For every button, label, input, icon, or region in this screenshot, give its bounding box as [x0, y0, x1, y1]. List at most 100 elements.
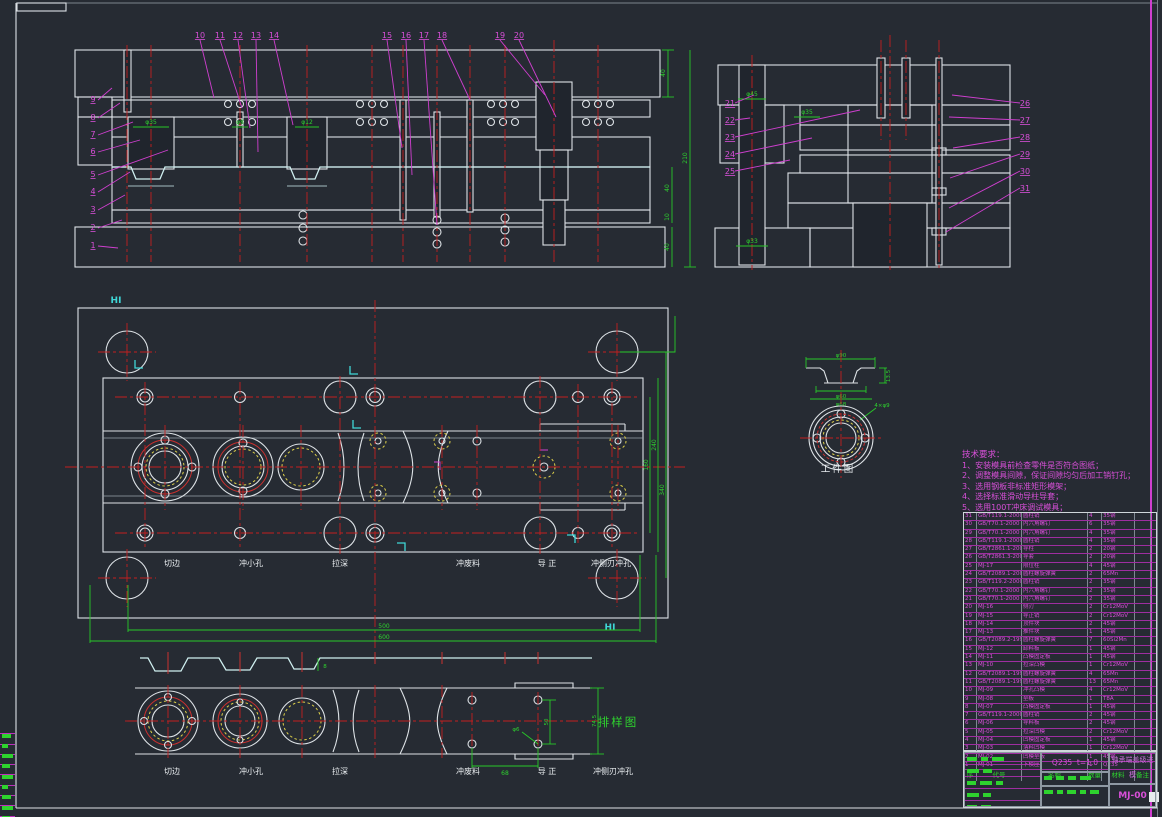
bom-table: 31 GB/T119.1-2000 圆柱销 4 35钢 30 GB/T70.1-…: [963, 512, 1157, 782]
bom-cell-name: 侧刃: [1022, 604, 1088, 612]
bom-cell-material: Cr12MoV: [1102, 662, 1135, 670]
dim-label: 40: [664, 184, 671, 192]
bom-cell-code: GB/T119.1-2000: [978, 712, 1022, 720]
bom-cell-material: 45钢: [1102, 737, 1135, 745]
station-label: 冲小孔: [239, 766, 263, 776]
bom-cell-material: 45钢: [1102, 645, 1135, 654]
bom-cell-note: [1135, 612, 1151, 620]
bom-row: 30 GB/T70.1-2000 内六角螺钉 6 35钢: [964, 521, 1156, 530]
bom-cell-code: MJ-13: [977, 629, 1022, 637]
bom-cell-note: [1135, 554, 1151, 562]
bom-cell-note: [1135, 521, 1151, 529]
bom-cell-name: 凸模固定板: [1022, 703, 1088, 712]
bom-cell-qty: 13: [1088, 678, 1102, 687]
part-number: 3: [90, 205, 95, 214]
bom-cell-code: GB/T2089.1-1994: [978, 678, 1022, 687]
bom-cell-code: GB/T2089.1-2009: [978, 571, 1022, 579]
bom-cell-name: 圆柱螺旋弹簧: [1022, 571, 1088, 579]
part-number: 27: [1020, 116, 1030, 125]
bom-row: 4 MJ-04 凹模固定板 1 45钢: [964, 737, 1156, 746]
bom-row: 24 GB/T2089.1-2009 圆柱螺旋弹簧 2 65Mn: [964, 571, 1156, 580]
bom-cell-name: 导柱: [1022, 546, 1088, 554]
bom-row: 7 GB/T119.1-2000 圆柱销 2 45钢: [964, 712, 1156, 721]
dim-label: 40: [664, 243, 671, 251]
part-number: 1: [90, 241, 95, 250]
bom-row: 15 MJ-12 卸料板 1 45钢: [964, 645, 1156, 655]
bom-cell-no: 17: [964, 629, 977, 637]
part-number: 29: [1020, 150, 1030, 159]
station-label: 冲小孔: [239, 558, 263, 568]
part-number: 13: [251, 31, 261, 40]
bom-cell-code: MJ-15: [977, 612, 1022, 620]
bom-cell-note: [1135, 703, 1151, 712]
bom-row: 28 GB/T119.1-2000 圆柱销 4 35钢: [964, 537, 1156, 547]
bom-cell-no: 22: [964, 587, 977, 595]
dim-label: 500: [378, 623, 390, 630]
bom-cell-qty: 1: [1088, 703, 1102, 712]
bom-row: 18 MJ-14 顶件块 2 45钢: [964, 620, 1156, 630]
part-number: 30: [1020, 167, 1030, 176]
bom-cell-name: 拉深凸模: [1022, 662, 1088, 670]
section-mark-label: HI: [111, 296, 122, 306]
title-block: Q235 t=1.0 轴承端盖级进模 MJ-00: [963, 751, 1157, 808]
bom-cell-material: 45钢: [1102, 712, 1135, 720]
part-number: 22: [725, 116, 735, 125]
bom-cell-note: [1135, 546, 1151, 554]
bom-cell-note: [1135, 687, 1151, 695]
bom-cell-material: 20钢: [1102, 554, 1135, 562]
bom-cell-no: 21: [964, 595, 977, 604]
bom-cell-material: Cr12MoV: [1102, 612, 1135, 620]
workpiece-dims: φ90 13.5 φ60 φ68 4×φ9: [805, 353, 892, 421]
bom-cell-no: 27: [964, 546, 977, 554]
bom-cell-qty: 2: [1088, 587, 1102, 595]
dim-label: 68: [501, 770, 509, 777]
bom-cell-qty: 4: [1088, 513, 1102, 521]
drawing-title: 轴承端盖级进模: [1111, 756, 1154, 779]
part-number: 11: [215, 31, 225, 40]
bom-cell-no: 29: [964, 529, 977, 537]
bom-cell-name: 导套: [1022, 554, 1088, 562]
dim-label: 10: [664, 213, 671, 221]
station-label: 冲废料: [456, 766, 480, 776]
dim-label: 210: [682, 152, 689, 164]
bom-cell-note: [1135, 562, 1151, 571]
bom-cell-note: [1135, 537, 1151, 546]
dim-label: φ33: [746, 238, 758, 245]
dim-label: 13.5: [886, 369, 892, 382]
dim-label: φ8: [236, 119, 244, 126]
bom-cell-material: 65Mn: [1102, 678, 1135, 687]
bom-row: 8 MJ-07 凸模固定板 1 45钢: [964, 703, 1156, 713]
bom-cell-note: [1135, 678, 1151, 687]
bom-cell-code: GB/T2089.1-1994: [978, 670, 1022, 678]
bom-cell-material: 35钢: [1102, 513, 1135, 521]
part-number: 7: [90, 130, 95, 139]
bom-cell-code: MJ-11: [977, 654, 1022, 662]
bom-row: 26 GB/T2861.3-2008 导套 2 20钢: [964, 554, 1156, 563]
dim-label: 160: [643, 459, 650, 471]
signature-grid: [964, 752, 1041, 807]
bom-row: 31 GB/T119.1-2000 圆柱销 4 35钢: [964, 513, 1156, 522]
bom-cell-note: [1135, 637, 1151, 645]
bom-cell-note: [1135, 529, 1151, 537]
bom-row: 29 GB/T70.1-2000 内六角螺钉 4 35钢: [964, 529, 1156, 538]
bom-cell-code: GB/T2861.1-2008: [978, 546, 1022, 554]
bom-cell-name: 圆柱销: [1022, 537, 1088, 546]
dim-label: 4×φ9: [874, 403, 890, 409]
strip-layout-title: 排样图: [598, 715, 639, 729]
dim-label: 8: [323, 664, 327, 670]
bom-cell-qty: 4: [1088, 529, 1102, 537]
part-number: 19: [495, 31, 505, 40]
bom-row: 22 GB/T70.1-2000 内六角螺钉 2 35钢: [964, 587, 1156, 596]
section-view-left: φ35 φ8 φ12 40 210 40 10 40 9 8 7 6 5 4 3…: [74, 31, 696, 268]
bom-cell-no: 9: [964, 695, 977, 703]
stage-mark-cells: [1041, 772, 1109, 786]
bom-cell-qty: 4: [1088, 687, 1102, 695]
bom-cell-material: 45钢: [1102, 654, 1135, 662]
bom-cell-material: 60Si2Mn: [1102, 637, 1135, 645]
cad-drawing-canvas: φ35 φ8 φ12 40 210 40 10 40 9 8 7 6 5 4 3…: [0, 0, 1162, 817]
part-balloons-top: 10 11 12 13 14 15 16 17 18 19 20: [195, 31, 557, 226]
dim-label: 600: [378, 634, 390, 641]
bom-cell-name: 内六角螺钉: [1022, 529, 1088, 537]
bom-cell-qty: 2: [1088, 554, 1102, 562]
part-number: 2: [90, 223, 95, 232]
